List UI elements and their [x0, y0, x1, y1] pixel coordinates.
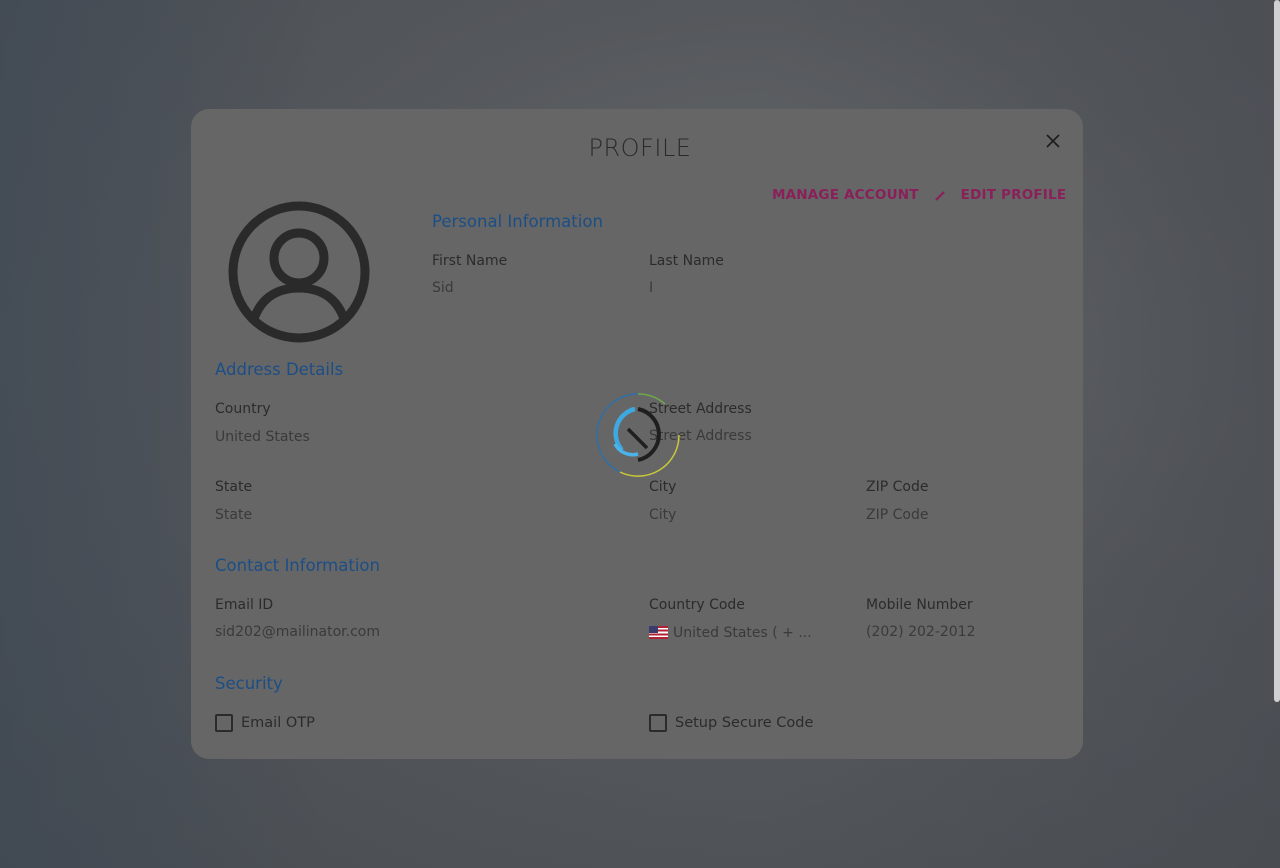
loading-spinner-icon — [595, 392, 681, 478]
first-name-value: Sid — [432, 280, 454, 296]
us-flag-icon — [649, 626, 668, 639]
mobile-number-label: Mobile Number — [866, 597, 973, 613]
profile-actions: MANAGE ACCOUNT EDIT PROFILE — [772, 185, 1066, 205]
edit-profile-link[interactable]: EDIT PROFILE — [961, 187, 1067, 203]
zip-code-label: ZIP Code — [866, 479, 929, 495]
modal-title: PROFILE — [588, 134, 692, 162]
page-scrollbar[interactable] — [1274, 0, 1280, 702]
first-name-label: First Name — [432, 253, 508, 269]
address-details-title: Address Details — [215, 360, 344, 379]
personal-info-title: Personal Information — [432, 212, 603, 231]
security-title: Security — [215, 674, 283, 693]
email-otp-checkbox[interactable] — [215, 714, 233, 732]
country-value: United States — [215, 429, 310, 445]
email-otp-option[interactable]: Email OTP — [215, 714, 315, 732]
last-name-value: I — [649, 280, 654, 296]
user-avatar-icon — [227, 200, 371, 344]
country-code-value: United States ( + ... — [649, 625, 812, 641]
state-label: State — [215, 479, 253, 495]
country-label: Country — [215, 401, 271, 417]
zip-code-value: ZIP Code — [866, 507, 929, 523]
manage-account-link[interactable]: MANAGE ACCOUNT — [772, 187, 919, 203]
city-value: City — [649, 507, 677, 523]
email-label: Email ID — [215, 597, 274, 613]
last-name-label: Last Name — [649, 253, 724, 269]
email-value: sid202@mailinator.com — [215, 624, 381, 640]
country-code-text: United States ( + ... — [673, 625, 812, 641]
secure-code-checkbox[interactable] — [649, 714, 667, 732]
pencil-icon[interactable] — [933, 188, 947, 202]
mobile-number-value: (202) 202-2012 — [866, 624, 976, 640]
state-value: State — [215, 507, 253, 523]
close-icon[interactable] — [1043, 131, 1063, 151]
secure-code-option[interactable]: Setup Secure Code — [649, 714, 813, 732]
contact-info-title: Contact Information — [215, 556, 380, 575]
secure-code-label: Setup Secure Code — [675, 715, 814, 731]
country-code-label: Country Code — [649, 597, 745, 613]
city-label: City — [649, 479, 677, 495]
email-otp-label: Email OTP — [241, 715, 315, 731]
